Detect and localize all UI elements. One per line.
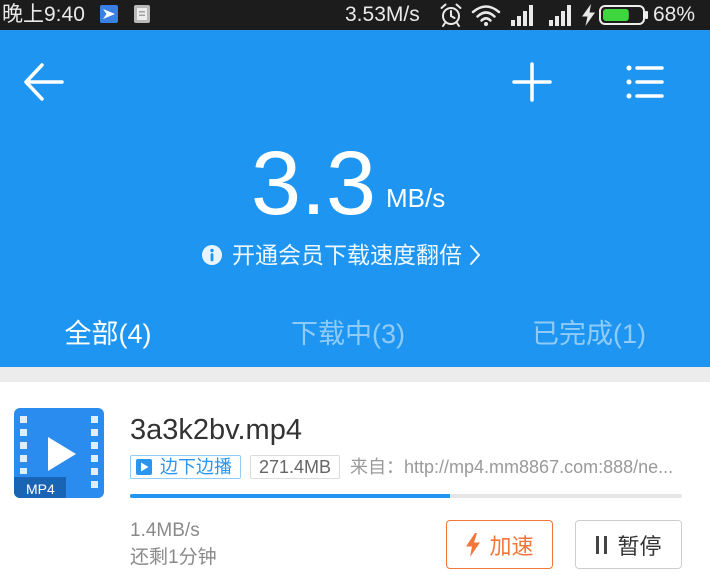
mp4-video-file-icon: MP4 (14, 408, 104, 498)
network-speed: 3.53M/s (345, 3, 420, 26)
back-arrow-icon (24, 63, 64, 101)
pause-label: 暂停 (617, 533, 662, 559)
tab-completed[interactable]: 已完成(1) (489, 317, 689, 351)
total-speed-unit: MB/s (386, 183, 446, 213)
cellular-signal-icon (511, 5, 533, 26)
download-list-item[interactable]: MP4 3a3k2bv.mp4 边下边播 271.4MB 来自：http://m… (0, 382, 710, 587)
menu-button[interactable] (620, 60, 666, 106)
status-bar: 晚上9:40 3.53M/s 68% (0, 0, 710, 30)
notification-icon (134, 5, 150, 23)
status-time: 晚上9:40 (2, 3, 85, 26)
pause-icon (596, 535, 608, 554)
battery-icon (599, 5, 648, 25)
section-divider (0, 367, 710, 382)
download-progress-fill (130, 494, 451, 498)
play-while-downloading-label: 边下边播 (160, 457, 232, 477)
tab-all[interactable]: 全部(4) (8, 317, 208, 351)
add-download-button[interactable] (508, 60, 554, 106)
file-type-label: MP4 (26, 481, 55, 497)
play-while-downloading-button[interactable]: 边下边播 (130, 455, 241, 479)
tab-downloading[interactable]: 下载中(3) (248, 317, 448, 351)
accelerate-button[interactable]: 加速 (446, 520, 553, 569)
download-speed: 1.4MB/s (130, 520, 200, 541)
charging-bolt-icon (582, 4, 595, 26)
play-icon (136, 459, 152, 475)
info-icon (202, 245, 222, 265)
total-speed-value: 3.3 (251, 134, 377, 234)
file-name: 3a3k2bv.mp4 (130, 414, 302, 446)
vip-speedup-text: 开通会员下载速度翻倍 (232, 242, 462, 268)
download-source: 来自：http://mp4.mm8867.com:888/ne... (350, 457, 674, 477)
file-size-badge: 271.4MB (250, 455, 340, 479)
battery-percent: 68% (653, 3, 696, 26)
back-button[interactable] (20, 60, 66, 106)
app-notification-icon (100, 5, 118, 23)
vip-speedup-link[interactable]: 开通会员下载速度翻倍 (202, 241, 481, 269)
wifi-icon (471, 5, 501, 26)
cellular-signal-icon-2 (549, 5, 571, 26)
pause-button[interactable]: 暂停 (575, 520, 682, 569)
chevron-right-icon (470, 245, 480, 265)
alarm-clock-icon (440, 3, 462, 27)
lightning-bolt-icon (466, 532, 481, 557)
download-header: 3.3 MB/s 开通会员下载速度翻倍 全部(4) 下载中(3) 已完成(1) (0, 30, 710, 367)
plus-icon (512, 62, 552, 102)
time-remaining: 还剩1分钟 (130, 547, 217, 568)
download-progress-bar (130, 494, 682, 498)
accelerate-label: 加速 (489, 533, 534, 559)
list-menu-icon (626, 65, 664, 99)
